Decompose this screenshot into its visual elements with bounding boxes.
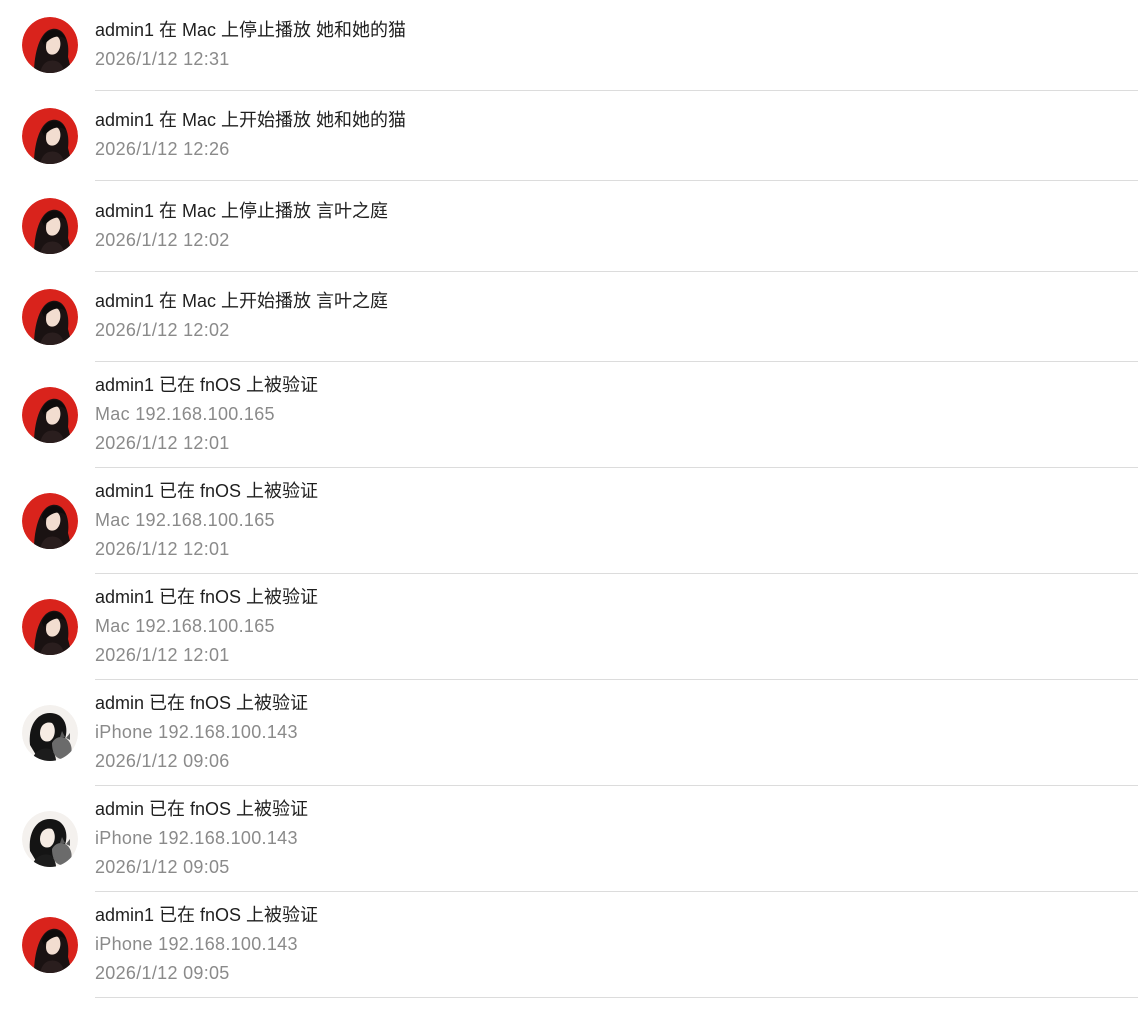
activity-content: admin 已在 fnOS 上被验证 iPhone 192.168.100.14…: [95, 680, 1138, 786]
activity-time: 2026/1/12 12:02: [95, 229, 230, 250]
activity-content: admin1 已在 fnOS 上被验证 Mac 192.168.100.165 …: [95, 362, 1138, 468]
activity-content: admin1 已在 fnOS 上被验证 Mac 192.168.100.165 …: [95, 468, 1138, 574]
activity-device: Mac 192.168.100.165: [95, 616, 275, 636]
activity-title: admin1 已在 fnOS 上被验证: [95, 587, 319, 607]
avatar-column: [0, 574, 95, 680]
activity-item[interactable]: admin 已在 fnOS 上被验证 iPhone 192.168.100.14…: [0, 786, 1138, 892]
activity-time: 2026/1/12 12:01: [95, 539, 230, 559]
avatar-column: [0, 468, 95, 574]
admin1-avatar: [22, 198, 78, 255]
activity-item[interactable]: admin1 已在 fnOS 上被验证 Mac 192.168.100.165 …: [0, 468, 1138, 574]
admin1-avatar: [22, 387, 78, 443]
avatar-column: [0, 680, 95, 786]
activity-item[interactable]: admin1 已在 fnOS 上被验证 Mac 192.168.100.165 …: [0, 574, 1138, 680]
admin1-avatar: [22, 107, 78, 164]
admin1-avatar: [22, 17, 78, 74]
admin1-avatar: [22, 599, 78, 655]
activity-item[interactable]: admin1 已在 fnOS 上被验证 iPhone 192.168.100.1…: [0, 892, 1138, 998]
activity-device: iPhone 192.168.100.143: [95, 722, 298, 742]
avatar-column: [0, 0, 95, 91]
activity-item[interactable]: admin1 在 Mac 上开始播放 言叶之庭 2026/1/12 12:02: [0, 272, 1138, 363]
activity-device: Mac 192.168.100.165: [95, 404, 275, 424]
activity-time: 2026/1/12 09:05: [95, 963, 230, 983]
activity-time: 2026/1/12 12:26: [95, 139, 230, 160]
activity-item[interactable]: admin1 已在 fnOS 上被验证 Mac 192.168.100.165 …: [0, 362, 1138, 468]
activity-content: admin1 在 Mac 上开始播放 她和她的猫 2026/1/12 12:26: [95, 91, 1138, 181]
activity-title: admin1 已在 fnOS 上被验证: [95, 481, 319, 501]
admin1-avatar: [22, 288, 78, 345]
activity-device: iPhone 192.168.100.143: [95, 934, 298, 954]
activity-title: admin1 在 Mac 上停止播放 她和她的猫: [95, 19, 407, 40]
activity-time: 2026/1/12 09:05: [95, 857, 230, 877]
activity-time: 2026/1/12 12:01: [95, 645, 230, 665]
admin-avatar: [22, 705, 78, 761]
avatar-column: [0, 362, 95, 468]
activity-title: admin1 在 Mac 上开始播放 言叶之庭: [95, 291, 389, 312]
activity-title: admin 已在 fnOS 上被验证: [95, 799, 309, 819]
activity-content: admin1 在 Mac 上开始播放 言叶之庭 2026/1/12 12:02: [95, 272, 1138, 362]
activity-device: Mac 192.168.100.165: [95, 510, 275, 530]
admin-avatar: [22, 811, 78, 867]
activity-content: admin1 在 Mac 上停止播放 言叶之庭 2026/1/12 12:02: [95, 181, 1138, 272]
activity-content: admin1 在 Mac 上停止播放 她和她的猫 2026/1/12 12:31: [95, 0, 1138, 91]
activity-content: admin1 已在 fnOS 上被验证 Mac 192.168.100.165 …: [95, 574, 1138, 680]
activity-list: admin1 在 Mac 上停止播放 她和她的猫 2026/1/12 12:31…: [0, 0, 1138, 1030]
activity-item[interactable]: admin 已在 fnOS 上被验证 iPhone 192.168.100.14…: [0, 680, 1138, 786]
avatar-column: [0, 181, 95, 272]
avatar-column: [0, 272, 95, 363]
activity-title: admin1 已在 fnOS 上被验证: [95, 375, 319, 395]
activity-time: 2026/1/12 12:01: [95, 433, 230, 453]
activity-title: admin 已在 fnOS 上被验证: [95, 693, 309, 713]
activity-item[interactable]: admin1 在 Mac 上停止播放 她和她的猫 2026/1/12 12:31: [0, 0, 1138, 91]
activity-title: admin1 已在 fnOS 上被验证: [95, 905, 319, 925]
activity-device: iPhone 192.168.100.143: [95, 828, 298, 848]
activity-time: 2026/1/12 12:31: [95, 48, 230, 69]
activity-content: admin 已在 fnOS 上被验证 iPhone 192.168.100.14…: [95, 786, 1138, 892]
activity-title: admin1 在 Mac 上开始播放 她和她的猫: [95, 110, 407, 131]
activity-item[interactable]: admin1 在 Mac 上开始播放 她和她的猫 2026/1/12 12:26: [0, 91, 1138, 182]
avatar-column: [0, 91, 95, 182]
activity-title: admin1 在 Mac 上停止播放 言叶之庭: [95, 200, 389, 221]
activity-content: admin1 已在 fnOS 上被验证 iPhone 192.168.100.1…: [95, 892, 1138, 998]
activity-time: 2026/1/12 12:02: [95, 320, 230, 341]
activity-time: 2026/1/12 09:06: [95, 751, 230, 771]
avatar-column: [0, 892, 95, 998]
admin1-avatar: [22, 917, 78, 973]
admin1-avatar: [22, 493, 78, 549]
avatar-column: [0, 786, 95, 892]
activity-item[interactable]: admin1 在 Mac 上停止播放 言叶之庭 2026/1/12 12:02: [0, 181, 1138, 272]
